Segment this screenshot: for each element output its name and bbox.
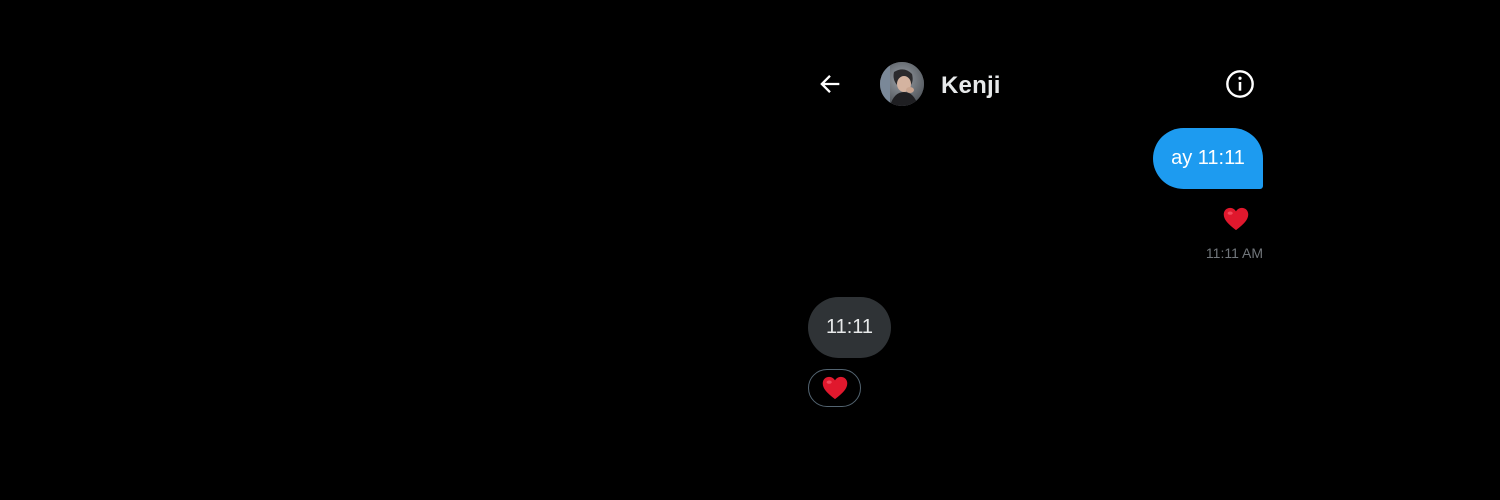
message-text: ay 11:11 [1171, 147, 1245, 169]
dm-conversation-view: Kenji ay 11:11 11:11 AM 11:11 [0, 0, 1500, 500]
contact-name[interactable]: Kenji [941, 72, 1001, 100]
message-bubble-outgoing[interactable]: ay 11:11 [1153, 128, 1263, 189]
avatar[interactable] [880, 62, 924, 106]
info-circle-icon [1226, 70, 1254, 98]
message-timestamp: 11:11 AM [1205, 245, 1263, 261]
profile-photo [880, 62, 924, 106]
message-bubble-incoming[interactable]: 11:11 [808, 297, 891, 358]
conversation-header: Kenji [808, 60, 1264, 112]
reaction-heart-incoming[interactable] [808, 369, 861, 407]
arrow-left-icon [820, 75, 840, 93]
heart-icon [822, 376, 847, 400]
reaction-heart-outgoing[interactable] [1222, 205, 1250, 233]
message-text: 11:11 [825, 316, 874, 338]
back-button[interactable] [812, 66, 848, 102]
info-button[interactable] [1222, 66, 1258, 102]
heart-icon [1223, 207, 1249, 231]
